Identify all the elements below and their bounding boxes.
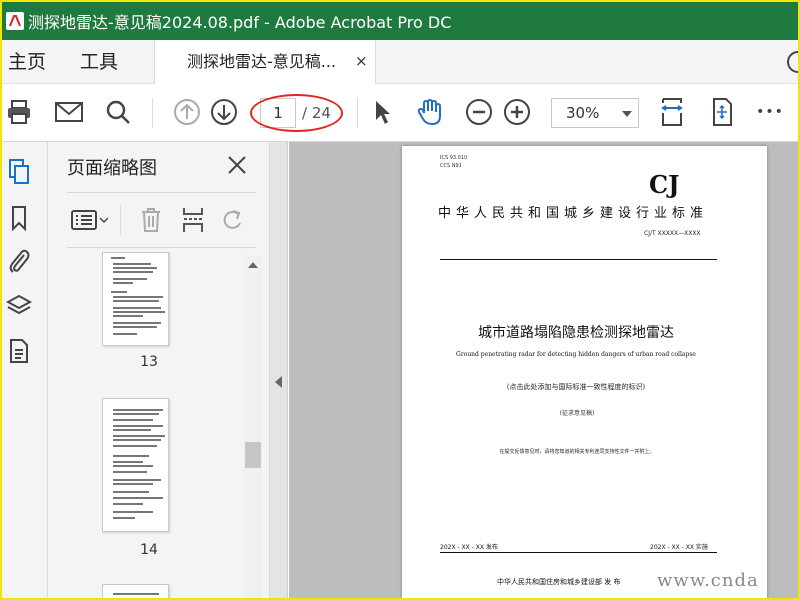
document-tab-label: 测探地雷达-意见稿... bbox=[187, 52, 337, 71]
hand-icon[interactable] bbox=[415, 97, 445, 127]
publish-date: 202X - XX - XX 发布 bbox=[440, 544, 498, 551]
zoom-select[interactable]: 30% bbox=[551, 98, 639, 128]
layers-icon[interactable] bbox=[6, 292, 32, 320]
panel-toolbar bbox=[67, 192, 256, 248]
standard-code: CJ/T XXXXX—XXXX bbox=[644, 230, 701, 237]
document-title: 城市道路塌陷隐患检测探地雷达 bbox=[478, 325, 674, 341]
help-icon[interactable] bbox=[786, 50, 798, 74]
watermark: www.cnda bbox=[657, 570, 759, 591]
thumbnail-scrollbar[interactable] bbox=[244, 255, 262, 598]
zoom-value: 30% bbox=[566, 104, 600, 122]
chevron-down-icon bbox=[622, 111, 632, 117]
page-thumbnail[interactable] bbox=[102, 398, 169, 532]
toolbar-divider bbox=[120, 205, 121, 235]
toolbar-divider bbox=[152, 98, 153, 128]
rotate-view-icon[interactable] bbox=[707, 97, 737, 127]
implement-date: 202X - XX - XX 实施 bbox=[650, 544, 708, 551]
pointer-icon[interactable] bbox=[367, 97, 397, 127]
issuer: 中华人民共和国住房和城乡建设部 发 布 bbox=[497, 578, 621, 586]
collapse-panel-icon[interactable] bbox=[275, 376, 282, 388]
draft-label: (征求意见稿) bbox=[559, 410, 595, 417]
thumbnail-page-number: 14 bbox=[140, 542, 158, 558]
zoom-in-icon[interactable] bbox=[502, 97, 532, 127]
page-thumbnails-icon[interactable] bbox=[6, 158, 32, 186]
close-icon[interactable] bbox=[226, 154, 248, 176]
tab-home[interactable]: 主页 bbox=[8, 40, 46, 84]
more-icon[interactable]: ••• bbox=[755, 97, 785, 127]
title-bar: 测探地雷达-意见稿2024.08.pdf - Adobe Acrobat Pro… bbox=[2, 2, 798, 40]
ics-code: ICS 93.010 bbox=[440, 155, 468, 161]
fit-page-icon[interactable] bbox=[657, 97, 687, 127]
page-total-label: / 24 bbox=[302, 104, 331, 122]
thumbnails-panel: 页面缩略图 13 14 bbox=[48, 142, 270, 598]
delete-page-icon[interactable] bbox=[135, 205, 167, 235]
consistency-note: (点击此处添加与国际标准一致性程度的标识) bbox=[506, 383, 646, 391]
navigation-rail bbox=[2, 142, 48, 598]
close-tab-button[interactable]: × bbox=[355, 52, 368, 70]
standard-name: 中华人民共和国城乡建设行业标准 bbox=[438, 206, 709, 221]
zoom-out-icon[interactable] bbox=[464, 97, 494, 127]
rotate-icon[interactable] bbox=[217, 205, 249, 235]
search-icon[interactable] bbox=[103, 97, 133, 127]
toolbar-divider bbox=[357, 98, 358, 128]
insert-page-icon[interactable] bbox=[177, 205, 209, 235]
tab-bar: 主页 工具 测探地雷达-意见稿... × bbox=[2, 40, 798, 84]
panel-splitter[interactable] bbox=[270, 142, 288, 598]
content-icon[interactable] bbox=[6, 337, 32, 365]
page-thumbnail[interactable] bbox=[102, 584, 169, 598]
page-down-icon[interactable] bbox=[209, 97, 239, 127]
window-title: 测探地雷达-意见稿2024.08.pdf - Adobe Acrobat Pro… bbox=[28, 13, 452, 32]
bookmark-icon[interactable] bbox=[6, 204, 32, 232]
main-toolbar: 1 / 24 30% ••• bbox=[2, 84, 798, 142]
patent-request-note: 在提交反馈意见时，请将您知道的相关专利连同支持性文件一并附上。 bbox=[499, 449, 655, 455]
options-menu-icon[interactable] bbox=[69, 205, 109, 235]
scroll-up-icon[interactable] bbox=[248, 262, 258, 268]
page-number-input[interactable]: 1 bbox=[260, 98, 296, 128]
document-page: ICS 93.010 CCS N91 CJ 中华人民共和国城乡建设行业标准 CJ… bbox=[402, 146, 767, 598]
page-up-icon[interactable] bbox=[172, 97, 202, 127]
header-rule bbox=[440, 259, 717, 260]
footer-rule bbox=[440, 552, 717, 553]
print-icon[interactable] bbox=[4, 97, 34, 127]
panel-title: 页面缩略图 bbox=[67, 158, 157, 179]
acrobat-icon bbox=[4, 10, 26, 32]
document-view[interactable]: ICS 93.010 CCS N91 CJ 中华人民共和国城乡建设行业标准 CJ… bbox=[289, 142, 798, 598]
attachment-icon[interactable] bbox=[6, 247, 32, 275]
thumbnail-page-number: 13 bbox=[140, 354, 158, 370]
app-window: 测探地雷达-意见稿2024.08.pdf - Adobe Acrobat Pro… bbox=[0, 0, 800, 600]
cj-mark: CJ bbox=[649, 170, 680, 199]
mail-icon[interactable] bbox=[54, 97, 84, 127]
tab-tools[interactable]: 工具 bbox=[80, 40, 118, 84]
document-tab[interactable]: 测探地雷达-意见稿... × bbox=[154, 40, 376, 84]
english-title: Ground penetrating radar for detecting h… bbox=[456, 351, 696, 358]
page-thumbnail[interactable] bbox=[102, 252, 169, 346]
ccs-code: CCS N91 bbox=[440, 163, 462, 169]
scrollbar-thumb[interactable] bbox=[245, 442, 261, 468]
